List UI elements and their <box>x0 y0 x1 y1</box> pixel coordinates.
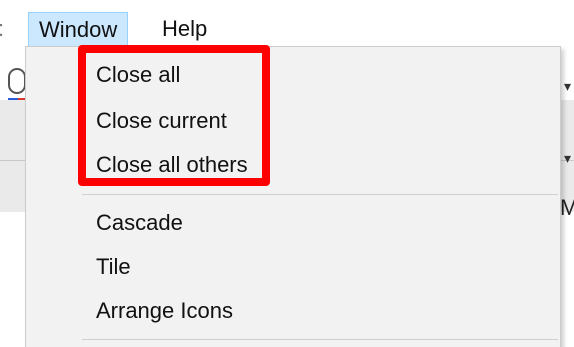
dropdown-caret-icon[interactable]: ▾ <box>564 150 571 167</box>
menu-bar: : Window Help <box>0 0 574 46</box>
menu-item-close-all[interactable]: Close all <box>96 55 180 95</box>
menu-separator <box>82 194 558 195</box>
menu-item-arrange-icons[interactable]: Arrange Icons <box>96 291 233 331</box>
menu-item-close-current[interactable]: Close current <box>96 101 227 141</box>
menu-partial-item[interactable]: : <box>0 12 4 46</box>
app-window: ▾ ▾ M : Window Help Close all Close curr… <box>0 0 574 347</box>
menu-item-cascade[interactable]: Cascade <box>96 203 183 243</box>
dropdown-caret-icon[interactable]: ▾ <box>564 78 571 95</box>
menu-separator <box>82 339 558 340</box>
window-menu-dropdown: Close all Close current Close all others… <box>25 46 561 347</box>
partial-column-header: M <box>560 195 574 220</box>
menu-item-close-all-others[interactable]: Close all others <box>96 145 248 185</box>
menu-item-tile[interactable]: Tile <box>96 247 131 287</box>
toolbar-app-icon <box>8 68 26 94</box>
menu-help[interactable]: Help <box>152 12 217 46</box>
menu-window[interactable]: Window <box>28 12 129 46</box>
